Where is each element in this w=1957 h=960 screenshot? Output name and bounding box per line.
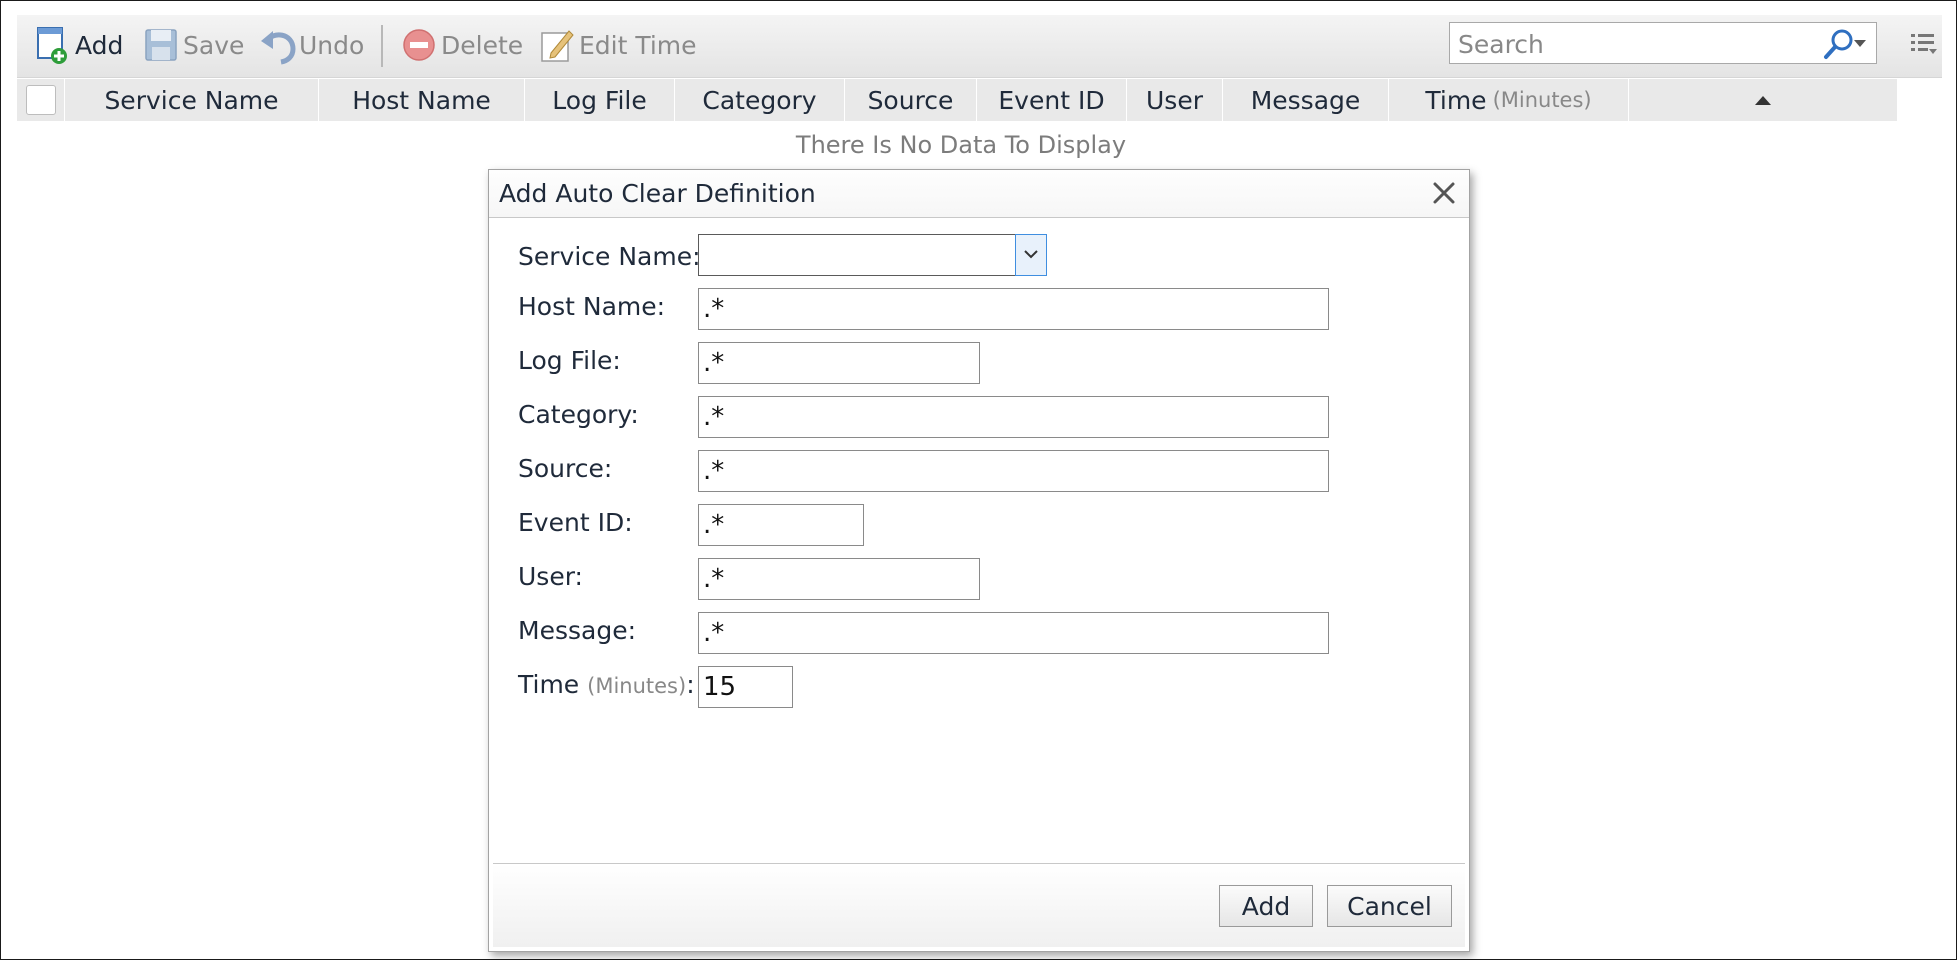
delete-circle-icon [401,25,437,65]
user-label: User: [518,562,583,591]
select-all-checkbox[interactable] [25,85,56,115]
event-id-label: Event ID: [518,508,633,537]
search-dropdown-caret-icon[interactable] [1854,40,1866,47]
save-label: Save [183,30,245,60]
column-chooser-icon[interactable] [1909,29,1939,59]
magnifier-icon[interactable] [1822,27,1856,61]
sort-indicator-cell[interactable] [1629,79,1897,121]
undo-arrow-icon [259,25,296,65]
toolbar: Add Save Undo Delete Edit Time Search [17,15,1942,78]
search-input[interactable] [1456,27,1800,61]
delete-label: Delete [441,30,524,60]
column-header-host-name[interactable]: Host Name [319,79,525,121]
column-header-service-name[interactable]: Service Name [65,79,319,121]
edit-time-label: Edit Time [579,30,697,60]
add-button[interactable]: Add [35,25,123,65]
host-name-input[interactable] [698,288,1329,330]
empty-grid-message: There Is No Data To Display [795,131,1127,159]
user-input[interactable] [698,558,980,600]
column-header-user[interactable]: User [1127,79,1223,121]
dialog-add-button[interactable]: Add [1219,885,1313,927]
toolbar-separator [381,25,383,67]
floppy-disk-icon [143,25,179,65]
header-select-all-cell [17,79,65,121]
close-icon[interactable] [1429,178,1459,208]
search-box [1449,22,1877,64]
sort-ascending-icon [1755,95,1771,105]
undo-button[interactable]: Undo [259,25,364,65]
message-label: Message: [518,616,636,645]
message-input[interactable] [698,612,1329,654]
dialog-title: Add Auto Clear Definition [499,179,816,208]
grid-header: Service Name Host Name Log File Category… [17,79,1897,121]
app-frame: Add Save Undo Delete Edit Time Search Se… [0,0,1957,960]
save-button[interactable]: Save [143,25,244,65]
event-id-input[interactable] [698,504,864,546]
host-name-label: Host Name: [518,292,666,321]
log-file-label: Log File: [518,346,621,375]
add-document-icon [35,25,71,65]
dialog-footer: Add Cancel [493,863,1465,947]
add-label: Add [75,30,124,60]
category-label: Category: [518,400,639,429]
dialog-cancel-button[interactable]: Cancel [1327,885,1452,927]
column-header-message[interactable]: Message [1223,79,1389,121]
service-name-label: Service Name: [518,242,701,271]
column-header-event-id[interactable]: Event ID [977,79,1127,121]
delete-button[interactable]: Delete [401,25,523,65]
source-input[interactable] [698,450,1329,492]
service-name-dropdown-button[interactable] [1015,234,1047,276]
time-minutes-input[interactable] [698,666,793,708]
time-label: Time (Minutes): [518,670,695,699]
edit-time-button[interactable]: Edit Time [539,25,697,65]
chevron-down-icon [1024,250,1038,259]
column-header-time[interactable]: Time (Minutes) [1389,79,1629,121]
undo-label: Undo [299,30,365,60]
edit-pencil-icon [539,25,575,65]
service-name-select[interactable] [698,234,1047,276]
source-label: Source: [518,454,613,483]
log-file-input[interactable] [698,342,980,384]
column-header-category[interactable]: Category [675,79,845,121]
category-input[interactable] [698,396,1329,438]
dialog-title-bar: Add Auto Clear Definition [489,170,1469,218]
add-auto-clear-dialog: Add Auto Clear Definition Service Name: [488,169,1470,952]
column-header-source[interactable]: Source [845,79,977,121]
column-header-log-file[interactable]: Log File [525,79,675,121]
